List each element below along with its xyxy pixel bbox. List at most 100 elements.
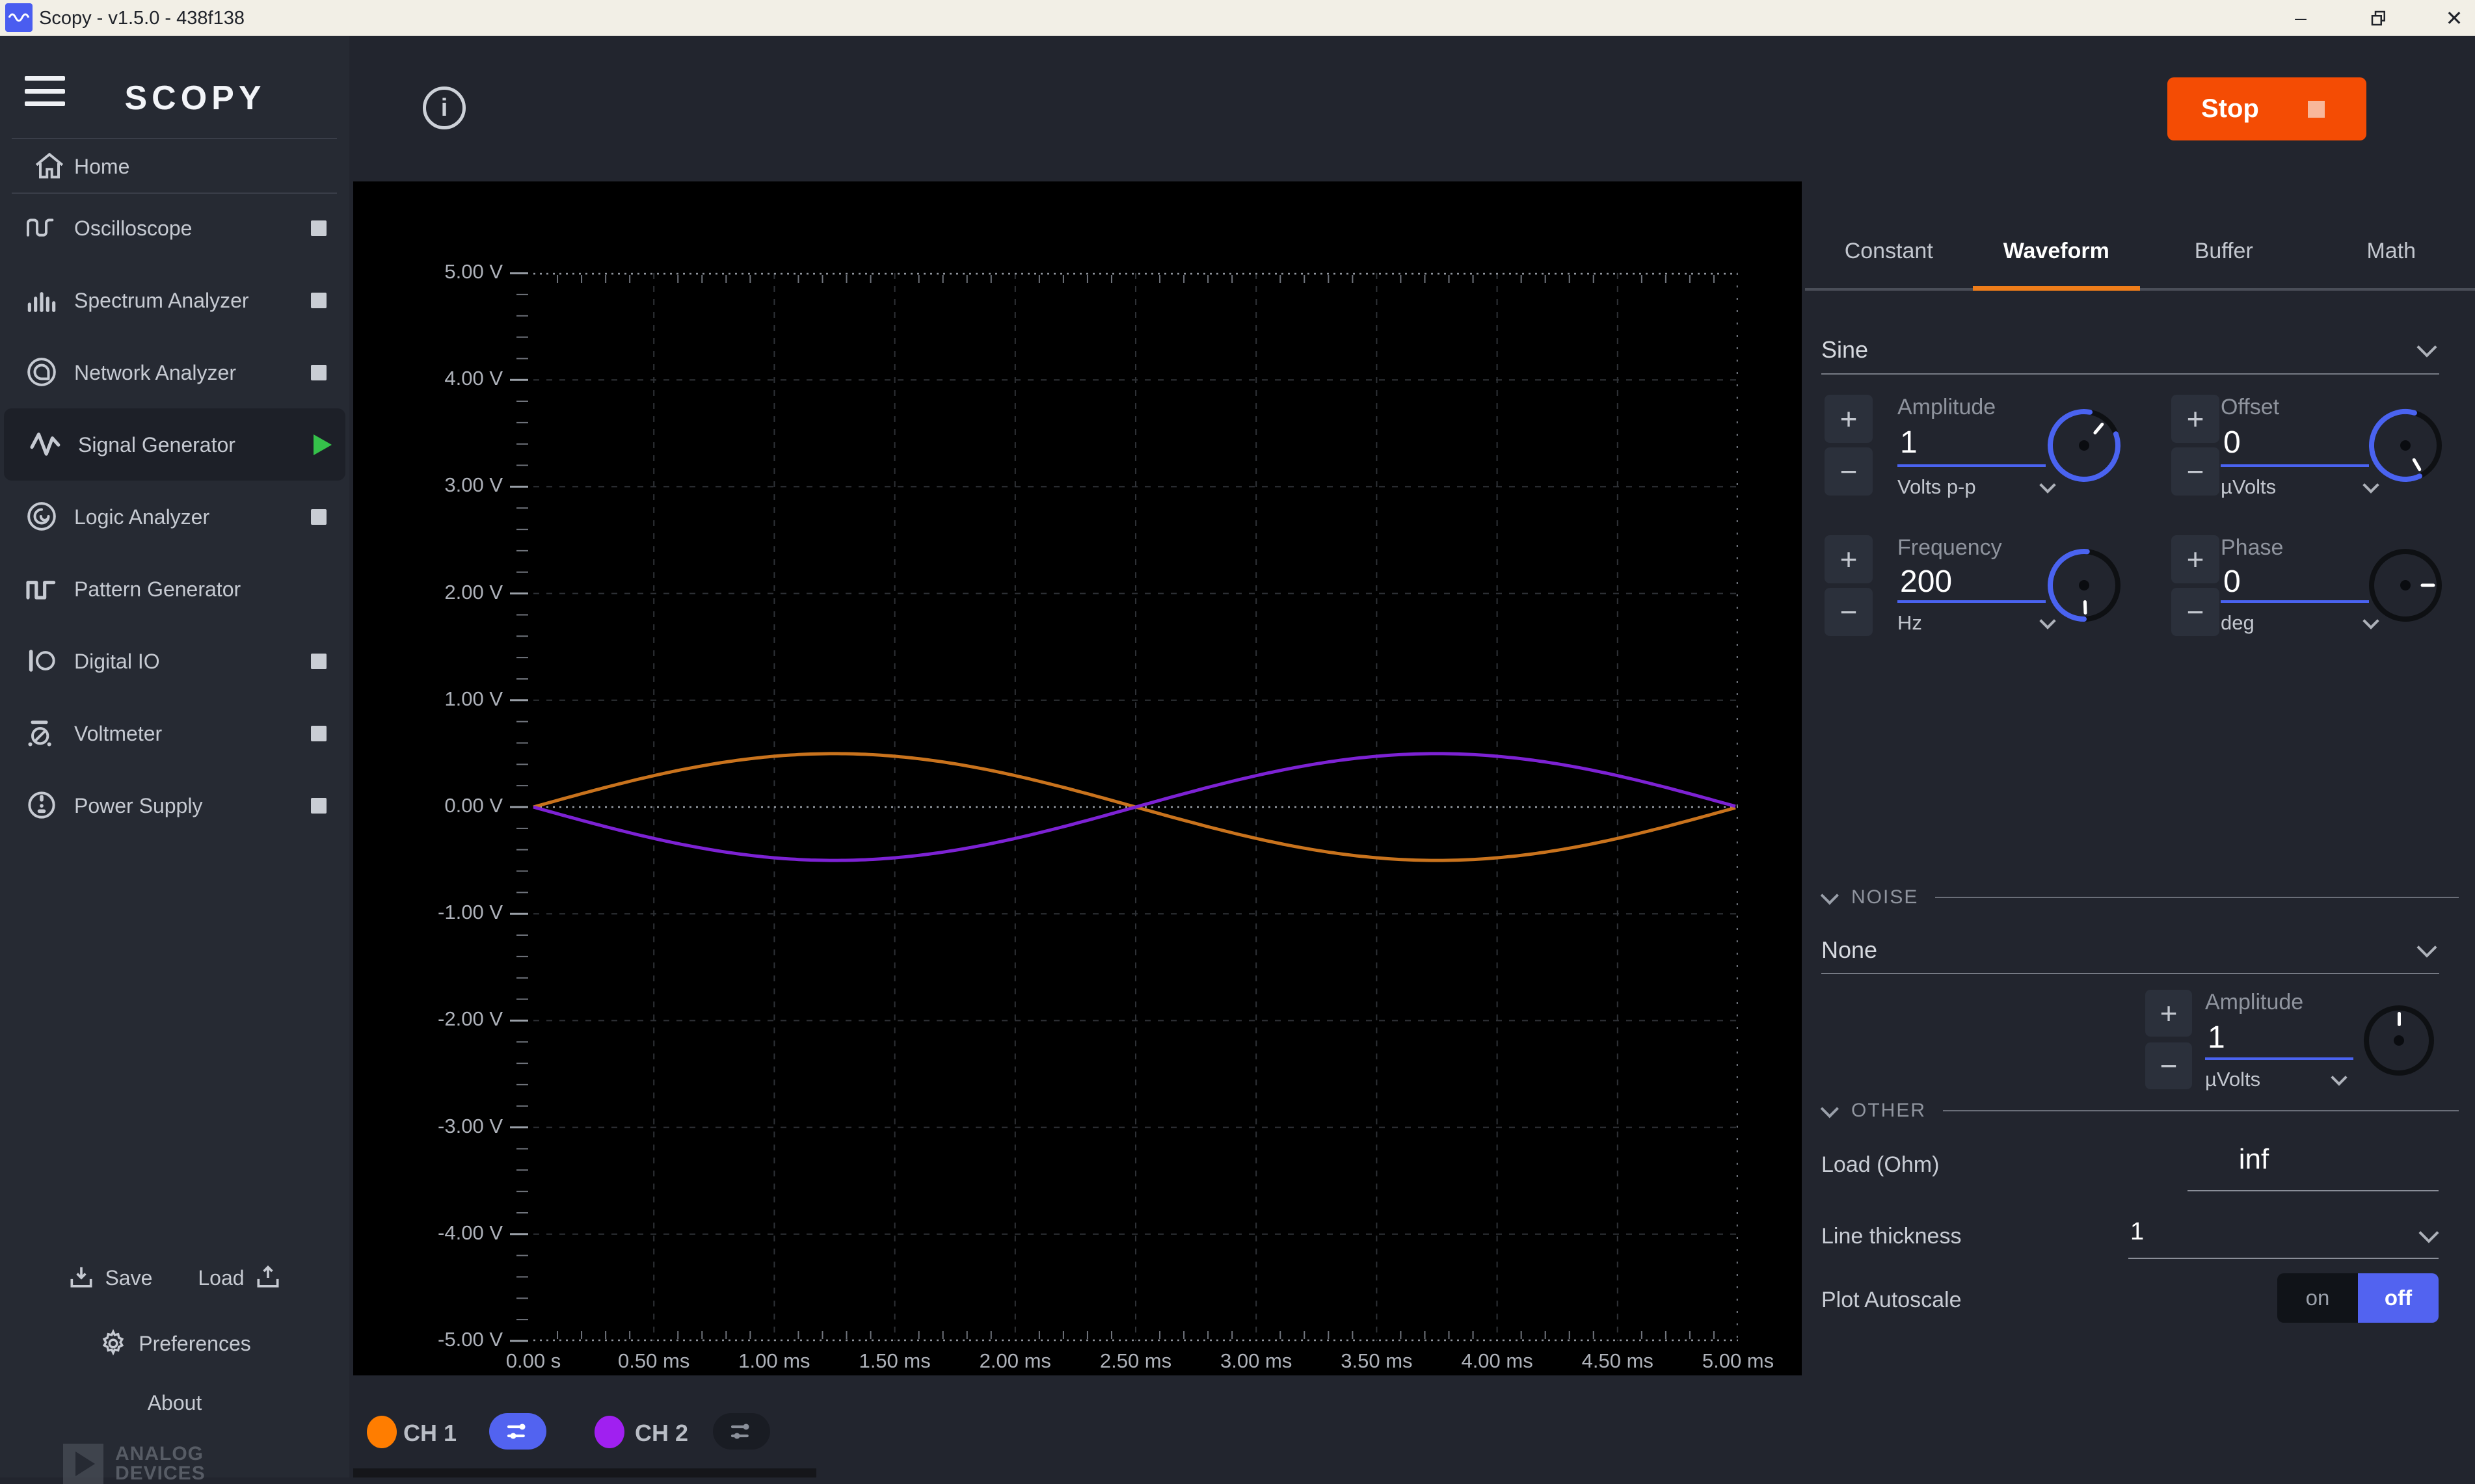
tab-buffer[interactable]: Buffer xyxy=(2140,224,2308,291)
chevron-down-icon[interactable] xyxy=(2416,937,2437,957)
phase-decrement-button[interactable]: − xyxy=(2171,588,2219,636)
preferences-button[interactable]: Preferences xyxy=(0,1329,349,1358)
amplitude-increment-button[interactable]: + xyxy=(1825,395,1873,443)
stopped-indicator[interactable] xyxy=(311,654,327,669)
sidebar-item-network-analyzer[interactable]: Network Analyzer xyxy=(0,336,349,408)
settings-tabs: ConstantWaveformBufferMath xyxy=(1805,224,2475,291)
sidebar-item-voltmeter[interactable]: Voltmeter xyxy=(0,697,349,769)
stopped-indicator[interactable] xyxy=(311,220,327,236)
sidebar-item-spectrum-analyzer[interactable]: Spectrum Analyzer xyxy=(0,264,349,336)
x-axis-tick-label: 3.00 ms xyxy=(1204,1349,1308,1373)
restore-button[interactable] xyxy=(2349,0,2408,36)
frequency-unit-select[interactable]: Hz xyxy=(1897,611,2054,635)
stopped-indicator[interactable] xyxy=(311,365,327,380)
info-icon[interactable]: i xyxy=(423,86,466,129)
about-button[interactable]: About xyxy=(0,1391,349,1415)
x-axis-tick-label: 2.00 ms xyxy=(963,1349,1067,1373)
noise-amplitude-increment-button[interactable]: + xyxy=(2145,990,2192,1037)
offset-increment-button[interactable]: + xyxy=(2171,395,2219,443)
amplitude-knob[interactable] xyxy=(2042,403,2126,488)
offset-unit-select[interactable]: µVolts xyxy=(2221,475,2377,499)
dropdown-underline xyxy=(1821,373,2439,375)
chevron-down-icon[interactable] xyxy=(2418,1223,2439,1243)
frequency-knob[interactable] xyxy=(2042,543,2126,628)
signal-generator-icon xyxy=(27,426,64,462)
sidebar: SCOPY Home OscilloscopeSpectrum Analyzer… xyxy=(0,36,349,1477)
analog-devices-logo: ANALOG DEVICES xyxy=(0,1444,349,1484)
sidebar-item-signal-generator[interactable]: Signal Generator xyxy=(4,408,345,481)
sidebar-item-label: Logic Analyzer xyxy=(74,505,209,529)
frequency-value[interactable]: 200 xyxy=(1900,564,1952,600)
phase-unit-select[interactable]: deg xyxy=(2221,611,2377,635)
input-underline xyxy=(2187,1190,2439,1191)
oscilloscope-icon xyxy=(23,209,60,246)
divider xyxy=(12,138,337,139)
phase-knob[interactable] xyxy=(2363,543,2448,628)
noise-amplitude-value[interactable]: 1 xyxy=(2208,1020,2225,1055)
sidebar-item-logic-analyzer[interactable]: Logic Analyzer xyxy=(0,481,349,553)
minimize-button[interactable]: – xyxy=(2271,0,2330,36)
noise-amplitude-unit-select[interactable]: µVolts xyxy=(2205,1068,2345,1091)
close-button[interactable]: ✕ xyxy=(2425,0,2475,36)
stopped-indicator[interactable] xyxy=(311,293,327,308)
window-title: Scopy - v1.5.0 - 438f138 xyxy=(39,8,245,29)
gear-icon xyxy=(98,1329,128,1358)
pattern-generator-icon xyxy=(23,570,60,607)
y-axis-tick-label: 2.00 V xyxy=(405,581,503,604)
amplitude-label: Amplitude xyxy=(1897,395,1996,420)
amplitude-unit-select[interactable]: Volts p-p xyxy=(1897,475,2054,499)
sidebar-item-digital-io[interactable]: Digital IO xyxy=(0,625,349,697)
toggle-off-option[interactable]: off xyxy=(2358,1273,2439,1323)
load-ohm-value[interactable]: inf xyxy=(2189,1143,2319,1176)
logic-analyzer-icon xyxy=(23,498,60,535)
plot-autoscale-toggle[interactable]: on off xyxy=(2277,1273,2439,1323)
y-axis-tick-label: -4.00 V xyxy=(405,1221,503,1245)
amplitude-decrement-button[interactable]: − xyxy=(1825,447,1873,496)
noise-amplitude-decrement-button[interactable]: − xyxy=(2145,1042,2192,1089)
tab-math[interactable]: Math xyxy=(2308,224,2475,291)
stopped-indicator[interactable] xyxy=(311,798,327,814)
offset-decrement-button[interactable]: − xyxy=(2171,447,2219,496)
stopped-indicator[interactable] xyxy=(311,509,327,525)
chevron-down-icon[interactable] xyxy=(1821,886,1839,905)
channel-settings-button[interactable] xyxy=(489,1413,546,1450)
waveform-plot[interactable]: 5.00 V4.00 V3.00 V2.00 V1.00 V0.00 V-1.0… xyxy=(353,181,1802,1375)
toggle-on-option[interactable]: on xyxy=(2277,1273,2358,1323)
other-section-header: OTHER xyxy=(1821,1098,2459,1124)
sidebar-item-pattern-generator[interactable]: Pattern Generator xyxy=(0,553,349,625)
plot-bottom-accent xyxy=(353,1468,816,1477)
offset-value[interactable]: 0 xyxy=(2223,425,2241,460)
sidebar-item-power-supply[interactable]: Power Supply xyxy=(0,769,349,841)
chevron-down-icon[interactable] xyxy=(2416,337,2437,357)
sidebar-item-oscilloscope[interactable]: Oscilloscope xyxy=(0,192,349,264)
x-axis-tick-label: 1.50 ms xyxy=(843,1349,947,1373)
scopy-app-icon xyxy=(5,3,33,32)
phase-value[interactable]: 0 xyxy=(2223,564,2241,600)
amplitude-value[interactable]: 1 xyxy=(1900,425,1918,460)
frequency-increment-button[interactable]: + xyxy=(1825,535,1873,583)
running-play-indicator[interactable] xyxy=(314,434,332,455)
sidebar-item-home[interactable]: Home xyxy=(0,141,349,192)
phase-label: Phase xyxy=(2221,535,2283,561)
offset-knob[interactable] xyxy=(2363,403,2448,488)
noise-type-select[interactable]: None xyxy=(1821,936,1877,964)
chevron-down-icon[interactable] xyxy=(1821,1100,1839,1118)
phase-increment-button[interactable]: + xyxy=(2171,535,2219,583)
tab-waveform[interactable]: Waveform xyxy=(1973,224,2141,291)
save-button[interactable]: Save xyxy=(67,1264,152,1292)
stopped-indicator[interactable] xyxy=(311,726,327,741)
noise-amplitude-knob[interactable] xyxy=(2359,1000,2439,1081)
waveform-type-select[interactable]: Sine xyxy=(1821,336,1868,364)
power-supply-icon xyxy=(23,787,60,823)
tab-constant[interactable]: Constant xyxy=(1805,224,1973,291)
menu-hamburger-icon[interactable] xyxy=(25,76,65,106)
y-axis-tick-label: 1.00 V xyxy=(405,687,503,711)
load-button[interactable]: Load xyxy=(198,1264,282,1292)
signal-generator-settings-panel: ConstantWaveformBufferMath Sine + − Ampl… xyxy=(1805,36,2475,1477)
frequency-decrement-button[interactable]: − xyxy=(1825,588,1873,636)
frequency-label: Frequency xyxy=(1897,535,2002,561)
channel-settings-button[interactable] xyxy=(713,1413,770,1450)
channel-color-dot xyxy=(595,1416,624,1448)
frequency-value-underline xyxy=(1897,600,2046,603)
line-thickness-value[interactable]: 1 xyxy=(2130,1218,2144,1246)
